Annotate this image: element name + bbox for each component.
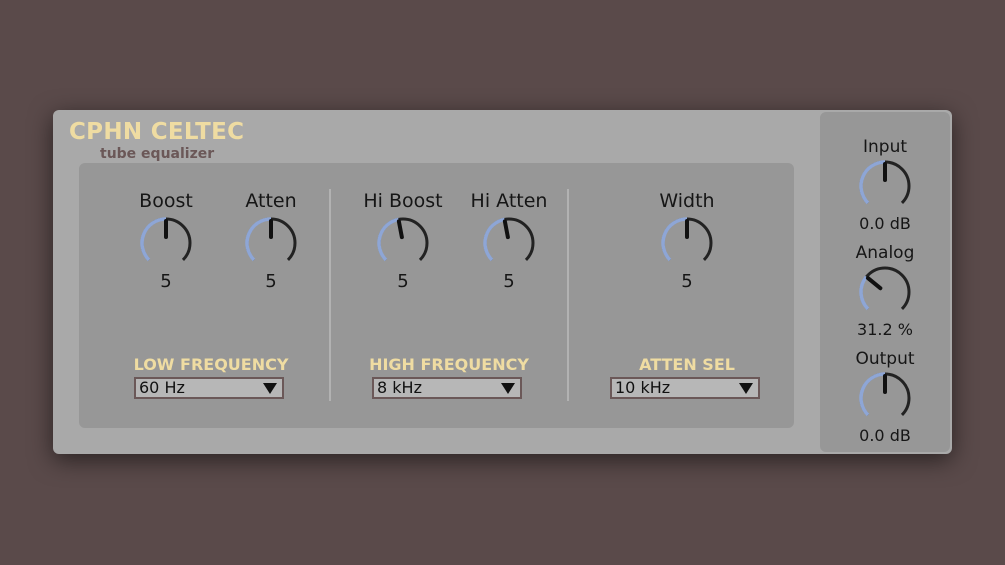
boost-control: Boost 5 — [111, 189, 221, 293]
section-divider — [567, 189, 569, 401]
output-knob[interactable] — [857, 370, 913, 426]
knob-value-arc — [245, 217, 272, 262]
knob-value-arc — [859, 160, 886, 205]
atten-knob[interactable] — [243, 215, 299, 271]
analog-knob[interactable] — [857, 264, 913, 320]
device-title: CPHN CELTEC — [69, 119, 245, 145]
width-knob[interactable] — [659, 215, 715, 271]
width-control: Width 5 — [632, 189, 742, 293]
atten-label: Atten — [245, 190, 297, 212]
output-control: Output 0.0 dB — [820, 349, 950, 446]
boost-label: Boost — [139, 190, 193, 212]
eq-main-panel: Boost 5 Atten 5 LOW FREQUENCY 60 Hz Hi B… — [79, 163, 794, 428]
section-divider — [329, 189, 331, 401]
analog-value: 31.2 % — [857, 320, 913, 339]
high-frequency-value: 8 kHz — [377, 378, 422, 397]
device-subtitle: tube equalizer — [100, 146, 215, 162]
input-control: Input 0.0 dB — [820, 137, 950, 234]
dropdown-arrow-icon — [501, 383, 515, 394]
input-value: 0.0 dB — [859, 214, 911, 233]
output-value: 0.0 dB — [859, 426, 911, 445]
hi-boost-control: Hi Boost 5 — [348, 189, 458, 293]
boost-value: 5 — [160, 271, 172, 292]
atten-sel-label: ATTEN SEL — [639, 355, 735, 374]
hi-atten-knob[interactable] — [481, 215, 537, 271]
knob-value-arc — [483, 217, 505, 262]
atten-control: Atten 5 — [216, 189, 326, 293]
hi-atten-control: Hi Atten 5 — [454, 189, 564, 293]
knob-pointer — [502, 219, 510, 240]
high-frequency-label: HIGH FREQUENCY — [369, 355, 529, 374]
dropdown-arrow-icon — [263, 383, 277, 394]
hi-atten-value: 5 — [503, 271, 515, 292]
low-frequency-value: 60 Hz — [139, 378, 185, 397]
knob-value-arc — [377, 217, 399, 262]
atten-value: 5 — [265, 271, 277, 292]
knob-track — [859, 266, 911, 311]
knob-pointer — [865, 276, 883, 291]
atten-sel-value: 10 kHz — [615, 378, 671, 397]
knob-value-arc — [140, 217, 167, 262]
dropdown-arrow-icon — [739, 383, 753, 394]
hi-boost-label: Hi Boost — [363, 190, 443, 212]
knob-value-arc — [661, 217, 688, 262]
low-frequency-dropdown[interactable]: 60 Hz — [134, 377, 284, 399]
hi-boost-knob[interactable] — [375, 215, 431, 271]
hi-atten-label: Hi Atten — [470, 190, 548, 212]
side-panel: Input 0.0 dB Analog 31.2 % Output 0.0 dB — [820, 112, 950, 452]
output-label: Output — [855, 349, 915, 369]
width-label: Width — [659, 190, 715, 212]
hi-boost-value: 5 — [397, 271, 409, 292]
knob-pointer — [396, 219, 404, 240]
knob-value-arc — [859, 275, 870, 311]
knob-value-arc — [859, 372, 886, 417]
plugin-device: CPHN CELTEC tube equalizer Boost 5 Atten… — [53, 110, 952, 454]
low-frequency-label: LOW FREQUENCY — [133, 355, 289, 374]
high-frequency-dropdown[interactable]: 8 kHz — [372, 377, 522, 399]
analog-label: Analog — [855, 243, 915, 263]
atten-sel-dropdown[interactable]: 10 kHz — [610, 377, 760, 399]
analog-control: Analog 31.2 % — [820, 243, 950, 340]
input-label: Input — [862, 137, 908, 157]
input-knob[interactable] — [857, 158, 913, 214]
width-value: 5 — [681, 271, 693, 292]
boost-knob[interactable] — [138, 215, 194, 271]
